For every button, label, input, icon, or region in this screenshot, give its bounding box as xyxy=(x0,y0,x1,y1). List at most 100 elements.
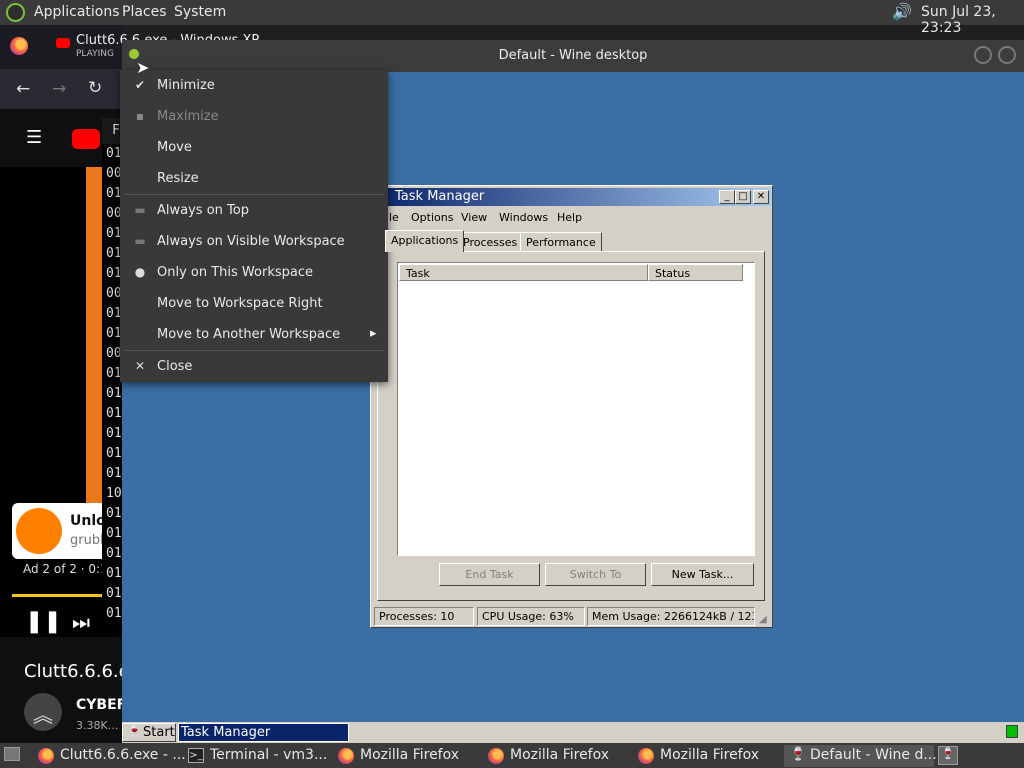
menu-separator xyxy=(124,350,384,351)
taskbar-wine-desktop[interactable]: 🍷 Default - Wine d... xyxy=(784,745,937,767)
chevron-logo-icon: ︽ xyxy=(33,703,53,727)
task-label: Mozilla Firefox xyxy=(510,747,610,763)
tab-playing-status: PLAYING xyxy=(76,49,114,59)
youtube-tab-icon xyxy=(56,38,70,48)
terminal-line: 01 xyxy=(106,386,122,401)
menu-item-close[interactable]: ✕ Close xyxy=(120,352,388,382)
menu-label: Only on This Workspace xyxy=(157,265,313,280)
top-panel: Applications Places System 🔊 Sun Jul 23,… xyxy=(0,0,1024,36)
terminal-line: 01 xyxy=(106,526,122,541)
youtube-logo-icon[interactable] xyxy=(72,129,100,149)
menu-item-only-this-workspace[interactable]: ● Only on This Workspace xyxy=(120,258,388,288)
firefox-tab-bar: Clutt6.6.6.exe - Windows XP PLAYING xyxy=(0,25,259,69)
tab-processes[interactable]: Processes xyxy=(457,232,524,252)
menu-label: Always on Top xyxy=(157,203,249,218)
tm-maximize-button[interactable]: □ xyxy=(735,190,751,204)
forward-icon[interactable]: → xyxy=(52,79,66,99)
video-orange-frame xyxy=(86,167,102,527)
terminal-line: 01 xyxy=(106,546,122,561)
workspace-switcher-icon[interactable]: 🍷 xyxy=(938,746,958,765)
tm-menu-view[interactable]: View xyxy=(461,211,487,224)
volume-icon[interactable]: 🔊 xyxy=(892,2,912,21)
firefox-icon[interactable] xyxy=(10,37,28,55)
wine-desktop-titlebar[interactable]: Default - Wine desktop xyxy=(122,40,1024,72)
hamburger-menu-icon[interactable]: ☰ xyxy=(26,127,42,148)
task-label: Default - Wine d... xyxy=(810,747,937,763)
wine-glass-icon: 🍷 xyxy=(127,724,142,738)
menu-item-move-another-workspace[interactable]: Move to Another Workspace ▸ xyxy=(120,320,388,350)
channel-avatar[interactable]: ︽ xyxy=(24,693,62,731)
terminal-line: 01 xyxy=(106,606,122,621)
new-task-button[interactable]: New Task... xyxy=(651,563,754,586)
tm-menu-file[interactable]: le xyxy=(389,211,399,224)
always-on-top-icon: ▬ xyxy=(134,203,146,217)
column-task[interactable]: Task xyxy=(399,264,648,281)
end-task-button[interactable]: End Task xyxy=(439,563,540,586)
firefox-icon xyxy=(338,748,354,764)
task-list[interactable]: Task Status xyxy=(397,262,755,556)
wine-glass-icon: 🍷 xyxy=(790,747,807,762)
start-button[interactable]: 🍷 Start xyxy=(122,723,176,742)
firefox-icon xyxy=(488,748,504,764)
status-processes: Processes: 10 xyxy=(374,607,474,626)
taskbar-firefox-clutt[interactable]: Clutt6.6.6.exe - ... xyxy=(34,745,186,767)
tm-close-button[interactable]: ✕ xyxy=(753,190,769,204)
ad-progress-bar[interactable] xyxy=(12,594,102,597)
taskbar-item-task-manager[interactable]: Task Manager xyxy=(178,723,349,742)
menu-label: Resize xyxy=(157,171,199,186)
menu-item-minimize[interactable]: ✔ Minimize xyxy=(120,71,388,101)
places-menu[interactable]: Places xyxy=(122,4,167,20)
tab-performance[interactable]: Performance xyxy=(520,232,602,252)
visible-workspace-icon: ▬ xyxy=(134,234,146,248)
terminal-header: F xyxy=(102,118,122,144)
pause-icon[interactable]: ❚❚ xyxy=(25,609,62,634)
tm-menu-help[interactable]: Help xyxy=(557,211,582,224)
taskbar-item-label: Task Manager xyxy=(181,725,271,740)
terminal-icon: >_ xyxy=(188,748,204,763)
terminal-window[interactable]: F 01 00 01 00 01 01 01 00 01 01 00 01 01 01 01 01 01 10 01… xyxy=(102,118,122,621)
close-icon: ✕ xyxy=(134,359,146,373)
menu-label: Move to Workspace Right xyxy=(157,296,323,311)
menu-item-move[interactable]: Move xyxy=(120,133,388,163)
resize-grip-icon[interactable]: ◢ xyxy=(759,614,767,625)
tab-applications[interactable]: Applications xyxy=(385,230,465,252)
maximize-icon[interactable] xyxy=(998,46,1016,64)
tm-minimize-button[interactable]: _ xyxy=(719,190,735,204)
mouse-cursor-icon: ➤ xyxy=(136,58,150,77)
wine-window-title: Default - Wine desktop xyxy=(498,48,648,63)
applications-menu[interactable]: Applications xyxy=(34,4,120,20)
tm-menu-options[interactable]: Options xyxy=(411,211,453,224)
taskbar-firefox-1[interactable]: Mozilla Firefox xyxy=(334,745,480,767)
back-icon[interactable]: ← xyxy=(16,79,30,99)
menu-item-resize[interactable]: Resize xyxy=(120,164,388,194)
column-status[interactable]: Status xyxy=(648,264,743,281)
reload-icon[interactable]: ↻ xyxy=(88,78,102,98)
terminal-output: 01 00 01 00 01 01 01 00 01 01 00 01 01 01 01 01 01 10 01 01… xyxy=(102,144,122,624)
terminal-line: 01 xyxy=(106,466,122,481)
menu-item-always-on-top[interactable]: ▬ Always on Top xyxy=(120,196,388,226)
system-menu[interactable]: System xyxy=(174,4,226,20)
minimize-icon[interactable] xyxy=(974,46,992,64)
menu-separator xyxy=(124,194,384,195)
clock[interactable]: Sun Jul 23, 23:23 xyxy=(921,4,1024,36)
firefox-icon xyxy=(638,748,654,764)
terminal-line: 01 xyxy=(106,426,122,441)
switch-to-button[interactable]: Switch To xyxy=(545,563,646,586)
menu-item-maximize[interactable]: ▪ Maximize xyxy=(120,102,388,132)
next-icon[interactable]: ⏭ xyxy=(72,610,90,634)
task-manager-titlebar[interactable]: Task Manager _ □ ✕ xyxy=(373,188,771,206)
tray-indicator-icon[interactable] xyxy=(1006,725,1018,738)
distro-logo-icon[interactable] xyxy=(6,3,25,22)
channel-name[interactable]: CYBEF xyxy=(76,697,126,713)
show-desktop-icon[interactable] xyxy=(4,747,20,761)
tm-menu-windows[interactable]: Windows xyxy=(499,211,548,224)
menu-item-move-workspace-right[interactable]: Move to Workspace Right xyxy=(120,289,388,319)
menu-item-always-visible-workspace[interactable]: ▬ Always on Visible Workspace xyxy=(120,227,388,257)
task-manager-title: Task Manager xyxy=(395,189,485,204)
taskbar-firefox-3[interactable]: Mozilla Firefox xyxy=(634,745,780,767)
status-cpu: CPU Usage: 63% xyxy=(477,607,585,626)
taskbar-terminal[interactable]: >_ Terminal - vm3... xyxy=(184,745,330,767)
taskbar-firefox-2[interactable]: Mozilla Firefox xyxy=(484,745,630,767)
menu-label: Move xyxy=(157,140,192,155)
terminal-line: 01 xyxy=(106,586,122,601)
